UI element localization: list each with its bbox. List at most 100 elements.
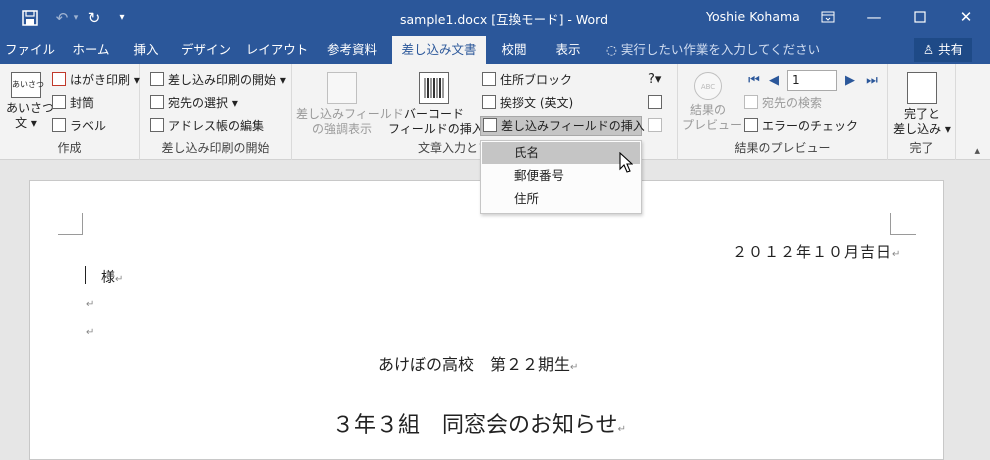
address-block-button[interactable]: 住所ブロック [482,70,572,90]
preview-results-button[interactable]: ABC 結果の プレビュー [682,72,743,133]
insert-merge-field-button[interactable]: 差し込みフィールドの挿入 ▾ [480,116,655,136]
tell-me-label: 実行したい作業を入力してください [620,42,821,57]
rules-icon: ?▾ [648,72,662,87]
barcode-icon [419,72,449,104]
tab-home[interactable]: ホーム [62,36,120,64]
match-fields-icon [648,95,662,109]
finish-label-2: 差し込み ▾ [893,122,951,136]
highlight-merge-fields-button[interactable]: 差し込みフィールド の強調表示 [296,72,404,137]
barcode-label-1: バーコード [403,107,464,121]
insert-barcode-field-button[interactable]: バーコード フィールドの挿入 ▾ [388,72,494,137]
next-record-icon[interactable]: ▶ [842,72,858,90]
preview-label-2: プレビュー [682,118,743,132]
minimize-icon[interactable]: — [851,0,897,34]
menu-item-name[interactable]: 氏名 [482,142,640,164]
insert-field-label: 差し込みフィールドの挿入 ▾ [501,119,655,133]
menu-item-postal-code[interactable]: 郵便番号 [482,165,640,187]
empty-paragraph: ↵ [86,299,95,310]
save-icon[interactable] [18,6,42,30]
customize-quick-access-icon[interactable]: ▾ [110,6,134,30]
postcard-label: はがき印刷 ▾ [70,73,140,87]
collapse-ribbon-icon[interactable]: ▴ [974,144,980,157]
school-text: あけぼの高校 第２２期生 [378,355,571,374]
crop-mark-top-left [82,213,83,235]
previous-record-icon[interactable]: ◀ [766,72,782,90]
insert-field-icon [483,118,497,132]
document-heading: ３年３組 同窓会のお知らせ↵ [332,407,626,439]
find-recipient-label: 宛先の検索 [762,96,823,110]
update-labels-icon [648,118,662,132]
envelope-label: 封筒 [70,96,95,110]
greeting-icon: あいさつ [11,72,44,98]
maximize-icon[interactable] [897,0,943,34]
start-mail-merge-button[interactable]: 差し込み印刷の開始 ▾ [150,70,286,90]
finish-merge-button[interactable]: 完了と 差し込み ▾ [890,72,954,137]
tab-design[interactable]: デザイン [172,36,240,64]
tab-file[interactable]: ファイル [0,36,60,64]
select-recipients-label: 宛先の選択 ▾ [168,96,238,110]
match-fields-button[interactable] [648,93,666,113]
edit-list-label: アドレス帳の編集 [168,119,265,133]
rules-button[interactable]: ?▾ [648,70,661,90]
menu-item-address[interactable]: 住所 [482,188,640,210]
group-finish-label: 完了 [909,141,934,155]
envelope-icon [52,95,66,109]
share-button[interactable]: ♙ 共有 [914,38,972,62]
greeting-text-button[interactable]: あいさつ あいさつ 文 ▾ [6,72,55,131]
salutation-line: 様↵ [101,267,123,287]
edit-recipient-list-button[interactable]: アドレス帳の編集 [150,116,264,136]
greeting-line-button[interactable]: 挨拶文 (英文) [482,93,573,113]
label-label: ラベル [70,119,107,133]
barcode-label-2: フィールドの挿入 ▾ [388,122,494,136]
greeting-line-label: 挨拶文 (英文) [500,96,574,110]
tab-view[interactable]: 表示 [542,36,594,64]
finish-label-1: 完了と [903,107,940,121]
update-labels-button[interactable] [648,116,666,136]
check-errors-button[interactable]: エラーのチェック [744,116,858,136]
redo-icon[interactable]: ↻ [82,6,106,30]
heading-text: ３年３組 同窓会のお知らせ [332,413,618,438]
find-recipient-button[interactable]: 宛先の検索 [744,93,822,113]
document-page[interactable]: ２０１２年１０月吉日↵ 様↵ ↵ ↵ あけぼの高校 第２２期生↵ ３年３組 同窓… [29,180,944,460]
tab-references[interactable]: 参考資料 [314,36,390,64]
title-bar: ↶ ▾ ↻ ▾ sample1.docx [互換モード] - Word Yosh… [0,0,990,36]
user-name[interactable]: Yoshie Kohama [706,9,800,24]
empty-paragraph: ↵ [86,327,95,338]
envelope-button[interactable]: 封筒 [52,93,94,113]
insert-merge-field-menu: 氏名 郵便番号 住所 [480,140,642,214]
group-start-merge-label: 差し込み印刷の開始 [161,141,270,155]
greeting-label-2: 文 ▾ [15,116,37,130]
select-recipients-button[interactable]: 宛先の選択 ▾ [150,93,238,113]
label-button[interactable]: ラベル [52,116,106,136]
preview-icon: ABC [694,72,722,100]
address-block-icon [482,72,496,86]
group-create-label: 作成 [57,141,82,155]
tab-review[interactable]: 校閲 [488,36,540,64]
tab-mailings[interactable]: 差し込み文書 [392,36,486,64]
crop-mark-top-left-h [58,234,83,235]
ribbon-display-options-icon[interactable] [805,0,851,34]
group-start-merge: 差し込み印刷の開始 ▾ 宛先の選択 ▾ アドレス帳の編集 差し込み印刷の開始 [140,64,292,160]
highlight-fields-label-2: の強調表示 [311,122,372,136]
tab-insert[interactable]: 挿入 [122,36,170,64]
start-merge-label: 差し込み印刷の開始 ▾ [168,73,286,87]
paragraph-mark: ↵ [570,362,579,373]
greeting-label-1: あいさつ [6,101,55,115]
text-cursor [85,266,86,284]
label-icon [52,118,66,132]
find-recipient-icon [744,95,758,109]
close-icon[interactable]: ✕ [943,0,989,34]
crop-mark-top-right [890,213,891,235]
group-create: あいさつ あいさつ 文 ▾ はがき印刷 ▾ 封筒 ラベル 作成 [0,64,140,160]
last-record-icon[interactable]: ⏭ [864,72,880,90]
first-record-icon[interactable]: ⏮ [746,72,762,90]
tab-layout[interactable]: レイアウト [242,36,312,64]
salutation-text: 様 [101,270,115,286]
preview-label-1: 結果の [689,103,726,117]
recipients-icon [150,95,164,109]
ribbon-tabs: ファイル ホーム 挿入 デザイン レイアウト 参考資料 差し込み文書 校閲 表示… [0,36,990,64]
record-number-input[interactable]: 1 [787,70,837,91]
postcard-print-button[interactable]: はがき印刷 ▾ [52,70,140,90]
group-preview-results: ABC 結果の プレビュー ⏮ ◀ 1 ▶ ⏭ 宛先の検索 エラーのチェック 結… [678,64,888,160]
tell-me-search[interactable]: ◌ 実行したい作業を入力してください [606,36,820,64]
